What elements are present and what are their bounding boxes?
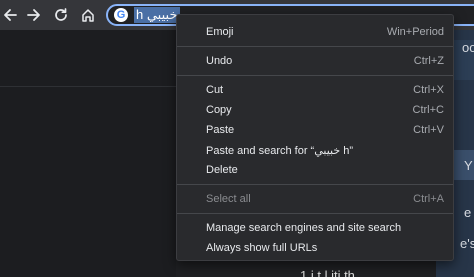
menu-item-shortcut: Ctrl+V: [413, 124, 444, 136]
home-icon[interactable]: [78, 5, 98, 25]
reload-icon[interactable]: [51, 5, 71, 25]
left-panel: [0, 30, 176, 277]
right-panel-text: e: [464, 205, 472, 220]
menu-item-shortcut: Ctrl+A: [413, 193, 444, 205]
menu-item-label: Cut: [206, 84, 224, 96]
google-g-icon: G: [114, 8, 128, 22]
divider: [0, 86, 176, 87]
menu-item-label: Copy: [206, 104, 232, 116]
menu-item-label: Emoji: [206, 26, 234, 38]
menu-item-undo[interactable]: Undo Ctrl+Z: [177, 51, 453, 71]
menu-item-label: Select all: [206, 193, 251, 205]
menu-item-label: Paste: [206, 124, 235, 136]
address-bar-text[interactable]: خبيبي h: [134, 7, 180, 23]
menu-separator: [177, 184, 453, 185]
context-menu: Emoji Win+Period Undo Ctrl+Z Cut Ctrl+X …: [176, 14, 454, 261]
menu-item-manage-search-engines[interactable]: Manage search engines and site search: [177, 218, 453, 238]
browser-window: oo Y e e's 1 i t l iti th G خبيبي h Emoj…: [0, 0, 474, 277]
menu-item-label: Manage search engines and site search: [206, 222, 402, 234]
menu-item-select-all: Select all Ctrl+A: [177, 189, 453, 209]
menu-item-shortcut: Ctrl+X: [413, 84, 444, 96]
menu-separator: [177, 46, 453, 47]
arrow-left-icon[interactable]: [0, 5, 20, 25]
menu-item-label: Undo: [206, 55, 233, 67]
page-body-text: 1 i t l iti th: [300, 268, 355, 277]
right-panel-text: Y: [464, 158, 473, 173]
menu-item-delete[interactable]: Delete: [177, 160, 453, 180]
menu-item-copy[interactable]: Copy Ctrl+C: [177, 100, 453, 120]
menu-item-label: Always show full URLs: [206, 242, 318, 254]
menu-item-shortcut: Ctrl+C: [412, 104, 444, 116]
right-panel-text: oo: [462, 40, 474, 55]
menu-separator: [177, 213, 453, 214]
menu-item-paste[interactable]: Paste Ctrl+V: [177, 120, 453, 140]
menu-item-shortcut: Win+Period: [386, 26, 444, 38]
menu-item-cut[interactable]: Cut Ctrl+X: [177, 80, 453, 100]
menu-item-always-show-full-urls[interactable]: Always show full URLs: [177, 238, 453, 258]
menu-item-emoji[interactable]: Emoji Win+Period: [177, 22, 453, 42]
menu-item-shortcut: Ctrl+Z: [413, 55, 444, 67]
arrow-right-icon[interactable]: [24, 5, 44, 25]
right-panel-text: e's: [460, 236, 474, 251]
menu-item-label: Paste and search for “خبيبي h”: [206, 144, 354, 157]
menu-item-label: Delete: [206, 164, 238, 176]
menu-separator: [177, 75, 453, 76]
menu-item-paste-and-search[interactable]: Paste and search for “خبيبي h”: [177, 140, 453, 160]
